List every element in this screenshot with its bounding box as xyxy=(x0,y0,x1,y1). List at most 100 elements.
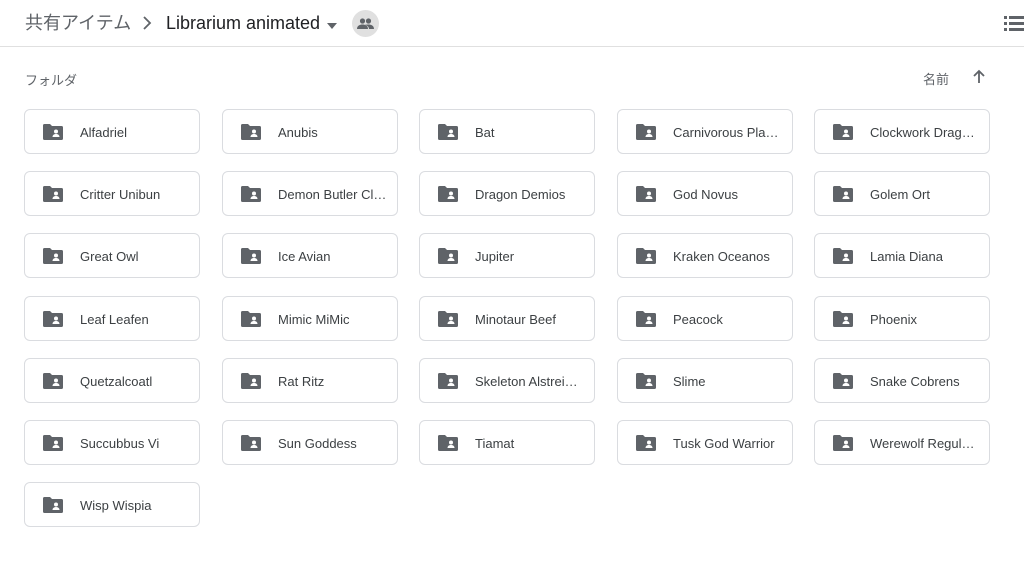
shared-folder-icon xyxy=(635,434,657,452)
folder-name: Minotaur Beef xyxy=(475,312,556,327)
folder-name: Rat Ritz xyxy=(278,374,325,389)
folder-item[interactable]: Succubbus Vi xyxy=(24,420,200,465)
shared-folder-icon xyxy=(42,434,64,452)
shared-folder-icon xyxy=(42,247,64,265)
people-icon xyxy=(357,17,374,29)
folder-item[interactable]: Ice Avian xyxy=(222,233,398,278)
shared-folder-icon xyxy=(437,123,459,141)
shared-folder-icon xyxy=(42,372,64,390)
folder-name: Quetzalcoatl xyxy=(80,374,153,389)
folder-item[interactable]: Bat xyxy=(419,109,595,154)
shared-folder-icon xyxy=(437,247,459,265)
folder-name: Mimic MiMic xyxy=(278,312,350,327)
folder-item[interactable]: Anubis xyxy=(222,109,398,154)
folder-item[interactable]: Peacock xyxy=(617,296,793,341)
folder-name: Carnivorous Plant… xyxy=(673,125,782,140)
folder-item[interactable]: Clockwork Drago… xyxy=(814,109,990,154)
shared-folder-icon xyxy=(437,372,459,390)
folder-item[interactable]: Great Owl xyxy=(24,233,200,278)
folder-name: Werewolf Regulu… xyxy=(870,436,979,451)
folder-item[interactable]: Kraken Oceanos xyxy=(617,233,793,278)
list-view-icon[interactable] xyxy=(1004,15,1024,33)
breadcrumb-shared-items[interactable]: 共有アイテム xyxy=(25,12,131,34)
shared-folder-icon xyxy=(832,185,854,203)
folder-name: Lamia Diana xyxy=(870,249,943,264)
shared-people-button[interactable] xyxy=(352,10,379,37)
folder-name: Demon Butler Clo… xyxy=(278,187,387,202)
shared-folder-icon xyxy=(240,310,262,328)
folder-name: Dragon Demios xyxy=(475,187,566,202)
folder-name: Jupiter xyxy=(475,249,515,264)
shared-folder-icon xyxy=(635,123,657,141)
shared-folder-icon xyxy=(240,185,262,203)
shared-folder-icon xyxy=(42,123,64,141)
folder-item[interactable]: Wisp Wispia xyxy=(24,482,200,527)
folder-name: Sun Goddess xyxy=(278,436,357,451)
folder-name: Golem Ort xyxy=(870,187,930,202)
folder-name: Alfadriel xyxy=(80,125,127,140)
folder-item[interactable]: Lamia Diana xyxy=(814,233,990,278)
folder-item[interactable]: Jupiter xyxy=(419,233,595,278)
folder-item[interactable]: Demon Butler Clo… xyxy=(222,171,398,216)
section-folders-label: フォルダ xyxy=(25,73,78,88)
shared-folder-icon xyxy=(635,185,657,203)
shared-folder-icon xyxy=(437,310,459,328)
folder-name: Phoenix xyxy=(870,312,917,327)
folder-name: Snake Cobrens xyxy=(870,374,960,389)
folder-item[interactable]: Carnivorous Plant… xyxy=(617,109,793,154)
top-bar: 共有アイテム Librarium animated xyxy=(0,0,1024,47)
shared-folder-icon xyxy=(437,434,459,452)
shared-folder-icon xyxy=(42,496,64,514)
shared-folder-icon xyxy=(42,310,64,328)
folder-item[interactable]: Golem Ort xyxy=(814,171,990,216)
folder-name: Bat xyxy=(475,125,495,140)
shared-folder-icon xyxy=(635,247,657,265)
folder-item[interactable]: Sun Goddess xyxy=(222,420,398,465)
folder-name: Succubbus Vi xyxy=(80,436,160,451)
shared-folder-icon xyxy=(240,434,262,452)
caret-down-icon[interactable] xyxy=(326,18,338,29)
folder-name: Great Owl xyxy=(80,249,139,264)
shared-folder-icon xyxy=(42,185,64,203)
folder-name: Leaf Leafen xyxy=(80,312,149,327)
folder-name: Clockwork Drago… xyxy=(870,125,979,140)
folder-item[interactable]: Quetzalcoatl xyxy=(24,358,200,403)
shared-folder-icon xyxy=(635,310,657,328)
chevron-right-icon xyxy=(139,14,155,32)
shared-folder-icon xyxy=(832,123,854,141)
shared-folder-icon xyxy=(240,247,262,265)
folder-name: Ice Avian xyxy=(278,249,331,264)
folder-item[interactable]: Mimic MiMic xyxy=(222,296,398,341)
shared-folder-icon xyxy=(635,372,657,390)
shared-folder-icon xyxy=(240,372,262,390)
folder-name: Kraken Oceanos xyxy=(673,249,770,264)
shared-folder-icon xyxy=(240,123,262,141)
shared-folder-icon xyxy=(832,310,854,328)
folder-item[interactable]: Rat Ritz xyxy=(222,358,398,403)
folder-name: Slime xyxy=(673,374,706,389)
shared-folder-icon xyxy=(832,434,854,452)
folder-item[interactable]: Skeleton Alstreim… xyxy=(419,358,595,403)
folder-item[interactable]: God Novus xyxy=(617,171,793,216)
folder-name: Wisp Wispia xyxy=(80,498,152,513)
folder-item[interactable]: Phoenix xyxy=(814,296,990,341)
shared-folder-icon xyxy=(437,185,459,203)
breadcrumb-current-folder[interactable]: Librarium animated xyxy=(166,12,320,34)
shared-folder-icon xyxy=(832,372,854,390)
shared-folder-icon xyxy=(832,247,854,265)
folder-item[interactable]: Tiamat xyxy=(419,420,595,465)
folder-item[interactable]: Alfadriel xyxy=(24,109,200,154)
folder-name: God Novus xyxy=(673,187,739,202)
folder-item[interactable]: Leaf Leafen xyxy=(24,296,200,341)
folder-item[interactable]: Tusk God Warrior xyxy=(617,420,793,465)
folder-name: Skeleton Alstreim… xyxy=(475,374,584,389)
folder-item[interactable]: Critter Unibun xyxy=(24,171,200,216)
folder-item[interactable]: Werewolf Regulu… xyxy=(814,420,990,465)
folder-item[interactable]: Dragon Demios xyxy=(419,171,595,216)
folder-item[interactable]: Snake Cobrens xyxy=(814,358,990,403)
folder-name: Anubis xyxy=(278,125,318,140)
folder-item[interactable]: Minotaur Beef xyxy=(419,296,595,341)
arrow-up-icon[interactable] xyxy=(970,68,988,86)
folder-item[interactable]: Slime xyxy=(617,358,793,403)
sort-by-name-button[interactable]: 名前 xyxy=(923,69,949,88)
